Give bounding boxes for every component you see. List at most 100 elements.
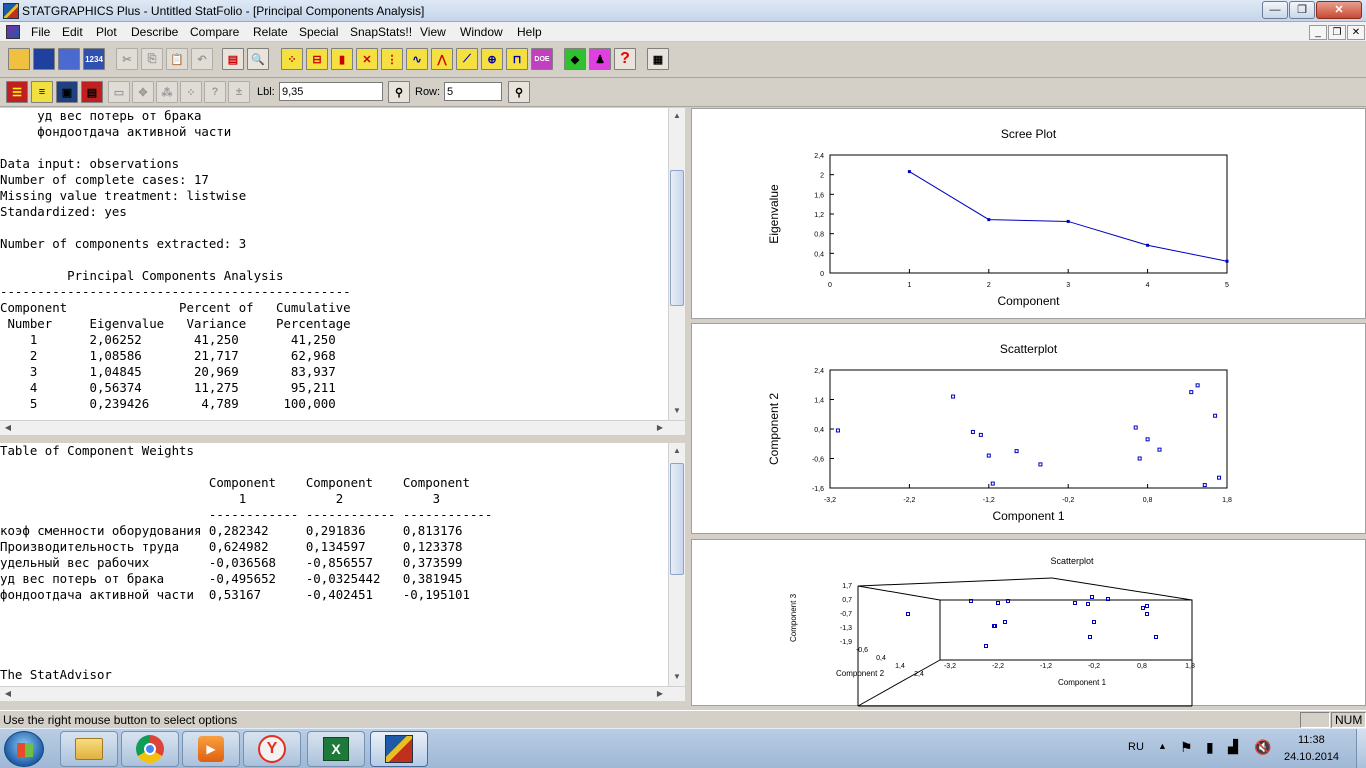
control-chart-tool-icon[interactable]: ⊓ <box>506 48 528 70</box>
help-question-icon[interactable]: ? <box>614 48 636 70</box>
mdi-minimize-button[interactable]: _ <box>1309 25 1327 40</box>
binoculars-lbl-icon[interactable]: ⚲ <box>388 81 410 103</box>
mdi-close-button[interactable]: ✕ <box>1347 25 1365 40</box>
component-weights-pane[interactable]: Table of Component Weights Component Com… <box>0 443 668 686</box>
taskbar-statgraphics[interactable] <box>370 731 428 767</box>
menu-file[interactable]: File <box>31 25 50 39</box>
statadvisor-icon[interactable]: ◆ <box>564 48 586 70</box>
menu-compare[interactable]: Compare <box>190 25 239 39</box>
weights-scroll-thumb[interactable] <box>670 463 684 575</box>
zoom-axis-icon[interactable]: ± <box>228 81 250 103</box>
scatter-plot-tool-icon[interactable]: ⁘ <box>281 48 303 70</box>
volume-muted-icon[interactable]: 🔇 <box>1254 739 1271 756</box>
menu-help[interactable]: Help <box>517 25 542 39</box>
lbl-input[interactable] <box>279 82 383 101</box>
data-editor-icon[interactable]: 1234 <box>83 48 105 70</box>
scree-plot-pane[interactable]: Scree Plot Component Eigenvalue 0 1 2 3 4 5 0 0,4 0… <box>691 108 1366 319</box>
maximize-button[interactable]: ❐ <box>1289 1 1315 19</box>
scatter3d-point <box>1092 620 1096 624</box>
summary-vertical-scrollbar[interactable]: ▲ ▼ <box>668 108 685 420</box>
scatterplot-pane[interactable]: Scatterplot Component 1 Component 2 -3,2 -2,… <box>691 323 1366 534</box>
bar-chart-tool-icon[interactable]: ▮ <box>331 48 353 70</box>
scatter3d-point <box>969 599 973 603</box>
cut-icon[interactable]: ✂ <box>116 48 138 70</box>
calculator-icon[interactable]: ▦ <box>647 48 669 70</box>
box-plot-tool-icon[interactable]: ⊟ <box>306 48 328 70</box>
save-results-icon[interactable]: ▭ <box>108 81 130 103</box>
print-preview-icon[interactable]: 🔍 <box>247 48 269 70</box>
identify-icon[interactable]: ? <box>204 81 226 103</box>
menu-snapstats[interactable]: SnapStats!! <box>350 25 412 39</box>
distribution-tool-icon[interactable]: ⋀ <box>431 48 453 70</box>
mdi-restore-button[interactable]: ❐ <box>1328 25 1346 40</box>
scroll-left-arrow-icon[interactable]: ◀ <box>0 687 16 701</box>
analysis-summary-pane[interactable]: уд вес потерь от брака фондоотдача актив… <box>0 108 668 420</box>
summary-scroll-thumb[interactable] <box>670 170 684 306</box>
doe-tool-icon[interactable]: DOE <box>531 48 553 70</box>
menu-special[interactable]: Special <box>299 25 338 39</box>
weights-line: Производительность труда 0,624982 0,1345… <box>0 539 463 554</box>
taskbar-excel[interactable]: X <box>307 731 365 767</box>
dot-grid-tool-icon[interactable]: ⋮ <box>381 48 403 70</box>
action-center-flag-icon[interactable]: ⚑ <box>1180 739 1193 756</box>
start-button[interactable] <box>4 731 44 767</box>
menu-describe[interactable]: Describe <box>131 25 178 39</box>
print-icon[interactable]: ▤ <box>222 48 244 70</box>
scatterplot-3d-pane[interactable]: Scatterplot Component 1 Component 2 Compone… <box>691 539 1366 707</box>
spreadsheet-icon[interactable] <box>58 48 80 70</box>
chrome-icon <box>136 735 164 763</box>
weights-vertical-scrollbar[interactable]: ▲ ▼ <box>668 443 685 686</box>
row-input[interactable] <box>444 82 502 101</box>
tray-expand-icon[interactable]: ▲ <box>1158 741 1167 751</box>
scroll-down-arrow-icon[interactable]: ▼ <box>669 669 685 685</box>
menu-relate[interactable]: Relate <box>253 25 288 39</box>
scroll-left-arrow-icon[interactable]: ◀ <box>0 421 16 435</box>
show-desktop-button[interactable] <box>1356 729 1366 768</box>
analysis-options-icon[interactable]: ≡ <box>31 81 53 103</box>
scroll-right-arrow-icon[interactable]: ▶ <box>652 687 668 701</box>
brush-icon[interactable]: ⁘ <box>180 81 202 103</box>
menu-edit[interactable]: Edit <box>62 25 83 39</box>
scatter3d-point <box>1145 604 1149 608</box>
menu-plot[interactable]: Plot <box>96 25 117 39</box>
wave-tool-icon[interactable]: ∿ <box>406 48 428 70</box>
minimize-button[interactable]: — <box>1262 1 1288 19</box>
paste-icon[interactable]: 📋 <box>166 48 188 70</box>
input-dialog-icon[interactable]: ☰ <box>6 81 28 103</box>
scroll-right-arrow-icon[interactable]: ▶ <box>652 421 668 435</box>
globe-tool-icon[interactable]: ⊕ <box>481 48 503 70</box>
taskbar-chrome[interactable] <box>121 731 179 767</box>
open-folder-icon[interactable] <box>8 48 30 70</box>
menu-view[interactable]: View <box>420 25 446 39</box>
undo-icon[interactable]: ↶ <box>191 48 213 70</box>
taskbar-yandex-browser[interactable]: Y <box>243 731 301 767</box>
scroll-up-arrow-icon[interactable]: ▲ <box>669 443 685 459</box>
point-select-icon[interactable]: ⁂ <box>156 81 178 103</box>
language-indicator[interactable]: RU <box>1128 741 1144 753</box>
tabular-options-icon[interactable]: ▣ <box>56 81 78 103</box>
graphical-options-icon[interactable]: ▤ <box>81 81 103 103</box>
clock-date[interactable]: 24.10.2014 <box>1284 751 1339 763</box>
cross-tool-icon[interactable]: ✕ <box>356 48 378 70</box>
regression-tool-icon[interactable]: ⟋ <box>456 48 478 70</box>
taskbar-media-player[interactable]: ▶ <box>182 731 240 767</box>
copy-icon[interactable]: ⎘ <box>141 48 163 70</box>
scroll-up-arrow-icon[interactable]: ▲ <box>669 108 685 124</box>
battery-icon[interactable]: ▮ <box>1206 739 1214 756</box>
move-icon[interactable]: ✥ <box>132 81 154 103</box>
taskbar-explorer[interactable] <box>60 731 118 767</box>
summary-line: Number of components extracted: 3 <box>0 236 247 251</box>
weights-line: Table of Component Weights <box>0 443 194 458</box>
statgraphics-app-icon[interactable] <box>3 3 19 19</box>
binoculars-row-icon[interactable]: ⚲ <box>508 81 530 103</box>
document-icon[interactable] <box>6 25 20 39</box>
weights-horizontal-scrollbar[interactable]: ◀ ▶ <box>0 686 685 701</box>
menu-window[interactable]: Window <box>460 25 503 39</box>
summary-horizontal-scrollbar[interactable]: ◀ ▶ <box>0 420 685 435</box>
clock-time[interactable]: 11:38 <box>1298 734 1325 746</box>
network-signal-icon[interactable]: ▟ <box>1228 739 1238 755</box>
close-button[interactable]: ✕ <box>1316 1 1362 19</box>
save-disk-icon[interactable] <box>33 48 55 70</box>
scroll-down-arrow-icon[interactable]: ▼ <box>669 403 685 419</box>
statwizard-icon[interactable]: ♟ <box>589 48 611 70</box>
